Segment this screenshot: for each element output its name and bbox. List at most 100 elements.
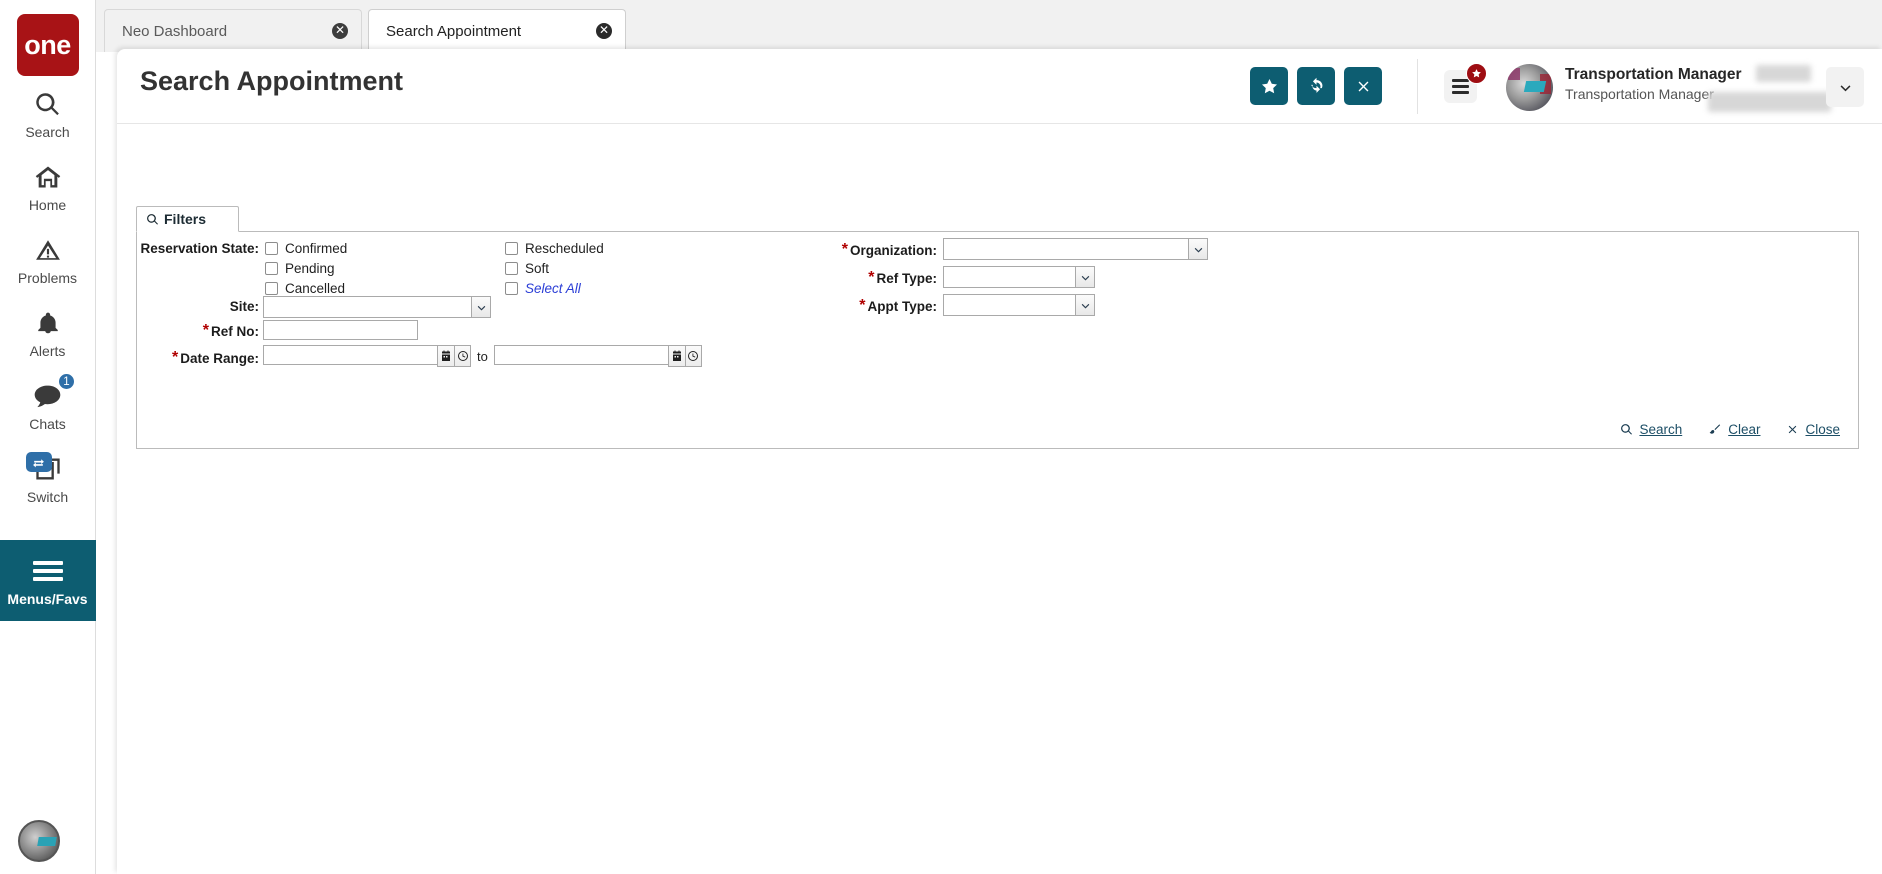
tab-neo-dashboard[interactable]: Neo Dashboard ✕ [104,9,362,52]
switch-toggle-icon[interactable] [25,452,52,472]
user-name: Transportation Manager [1565,66,1742,83]
ref-no-input[interactable] [263,320,418,340]
checkbox-label: Rescheduled [525,241,604,256]
checkbox-cancelled[interactable]: Cancelled [265,281,345,296]
appt-type-select-control[interactable] [943,294,1095,316]
calendar-icon[interactable] [437,345,454,367]
reservation-state-label-wrap: Reservation State: [137,241,259,256]
chats-unread-badge: 1 [57,372,76,391]
date-to-input[interactable] [493,345,668,365]
chevron-down-icon[interactable] [1075,266,1095,288]
sidebar-item-label: Menus/Favs [7,591,88,607]
filter-action-links: Search Clear Close [1620,422,1840,437]
sidebar-item-label: Search [25,124,70,140]
refresh-button[interactable] [1297,67,1335,105]
sidebar-item-menus-favs[interactable]: Menus/Favs [0,540,96,621]
clear-link[interactable]: Clear [1708,422,1760,437]
clock-icon[interactable] [684,345,702,367]
search-icon [1621,424,1633,435]
checkbox-rescheduled[interactable]: Rescheduled [505,241,604,256]
sidebar-item-search[interactable]: Search [0,76,96,149]
page-title: Search Appointment [140,66,404,96]
ref-type-select[interactable] [943,266,1095,288]
header-divider [1417,59,1418,114]
ref-type-select-value[interactable] [943,266,1075,288]
chevron-down-icon[interactable] [471,296,491,318]
date-range-field[interactable]: to [263,345,702,367]
checkbox-box[interactable] [265,282,278,295]
sidebar-item-label: Alerts [29,343,66,359]
appt-type-select-value[interactable] [943,294,1075,316]
sidebar-item-problems[interactable]: Problems [0,222,96,295]
select-all-link[interactable]: Select All [525,281,581,296]
filters-form: Reservation State: Confirmed Pending Can… [136,231,1859,449]
checkbox-box[interactable] [505,262,518,275]
clock-icon[interactable] [454,345,471,367]
search-link[interactable]: Search [1620,422,1682,437]
checkbox-soft[interactable]: Soft [505,261,549,276]
site-label: Site: [229,299,259,314]
switch-windows-icon [25,452,62,484]
clear-link-label: Clear [1728,422,1761,437]
checkbox-label: Cancelled [285,281,346,296]
select-all-link-row[interactable]: Select All [505,281,581,296]
organization-select[interactable] [943,238,1208,260]
favorite-button[interactable] [1250,67,1288,105]
chat-bubble-icon: 1 [33,372,76,411]
avatar-detail [1508,68,1520,80]
organization-select-control[interactable] [943,238,1208,260]
date-from-input[interactable] [263,345,437,365]
browser-tab-bar: Neo Dashboard ✕ Search Appointment ✕ [96,0,1882,53]
brand-logo[interactable]: one [16,14,79,76]
ref-no-label-wrap: * Ref No: [137,322,259,340]
chevron-down-icon[interactable] [1188,238,1208,260]
date-range-separator: to [477,348,488,364]
tab-close-icon[interactable]: ✕ [596,23,612,39]
site-select-control[interactable] [263,296,491,318]
ref-no-field[interactable] [263,320,418,340]
checkbox-label: Pending [285,261,335,276]
tab-close-icon[interactable]: ✕ [332,23,348,39]
sidebar-item-label: Problems [17,270,78,286]
favorites-star-badge [1466,63,1487,84]
redacted-text [1756,65,1811,82]
appt-type-label-wrap: * Appt Type: [777,297,937,315]
sidebar-avatar[interactable] [18,820,60,862]
checkbox-confirmed[interactable]: Confirmed [265,241,347,256]
tab-search-appointment[interactable]: Search Appointment ✕ [368,9,626,53]
checkbox-box[interactable] [265,242,278,255]
tab-filters-label: Filters [164,211,207,227]
left-sidebar: one Search Home Problems Alerts 1 Chats … [0,0,96,874]
date-range-to[interactable] [493,345,702,367]
checkbox-box[interactable] [265,262,278,275]
sidebar-item-alerts[interactable]: Alerts [0,295,96,368]
organization-select-value[interactable] [943,238,1188,260]
checkbox-pending[interactable]: Pending [265,261,335,276]
tab-filters[interactable]: Filters [136,206,239,232]
ref-type-label: Ref Type: [876,270,937,286]
star-icon [1261,78,1277,93]
site-select-value[interactable] [263,296,471,318]
required-marker: * [202,322,209,339]
ref-type-select-control[interactable] [943,266,1095,288]
site-select[interactable] [263,296,491,318]
user-menu-toggle[interactable] [1826,67,1864,107]
close-button[interactable] [1344,67,1382,105]
close-link[interactable]: Close [1786,422,1840,437]
sidebar-item-label: Switch [26,489,69,505]
avatar-detail [1523,81,1547,92]
chevron-down-icon[interactable] [1075,294,1095,316]
checkbox-box[interactable] [505,242,518,255]
sidebar-item-chats[interactable]: 1 Chats [0,368,96,441]
application-window: one Search Home Problems Alerts 1 Chats … [0,0,1882,874]
checkbox-box[interactable] [505,282,518,295]
date-range-from[interactable] [263,345,471,367]
star-icon [1472,69,1481,78]
reservation-state-label: Reservation State: [140,241,259,256]
sidebar-item-label: Home [28,197,67,213]
sidebar-item-home[interactable]: Home [0,149,96,222]
sidebar-item-switch[interactable]: Switch [0,441,96,514]
appt-type-select[interactable] [943,294,1095,316]
user-avatar[interactable] [1506,64,1553,111]
calendar-icon[interactable] [667,345,685,367]
